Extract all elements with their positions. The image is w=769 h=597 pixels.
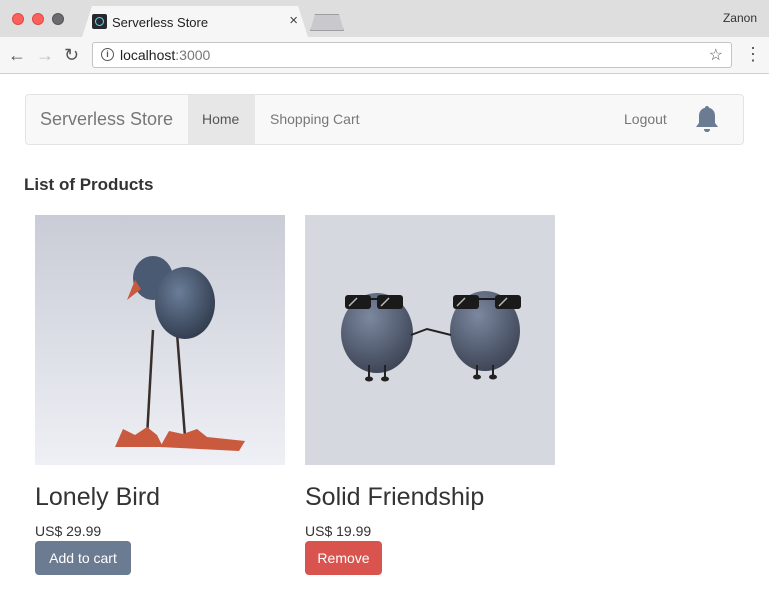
- product-name[interactable]: Lonely Bird: [35, 483, 160, 512]
- product-card: Solid Friendship US$ 19.99 Remove: [305, 215, 555, 575]
- browser-menu-icon[interactable]: ⋮: [744, 42, 762, 66]
- reload-icon[interactable]: ↻: [64, 43, 79, 67]
- browser-tab[interactable]: Serverless Store ×: [82, 6, 308, 37]
- products-section-title: List of Products: [24, 175, 154, 194]
- logout-link[interactable]: Logout: [624, 111, 667, 127]
- nav-item-home[interactable]: Home: [188, 95, 255, 144]
- product-price: US$ 19.99: [305, 523, 372, 539]
- react-favicon-icon: [92, 14, 107, 29]
- new-tab-button[interactable]: [310, 14, 344, 31]
- nav-item-label: Home: [202, 111, 240, 127]
- url-host: localhost: [120, 47, 176, 63]
- info-icon[interactable]: i: [101, 48, 114, 61]
- forward-arrow-icon[interactable]: →: [36, 43, 54, 67]
- window-maximize-button[interactable]: [52, 13, 64, 25]
- app-navbar: Serverless Store Home Shopping Cart Logo…: [25, 94, 744, 145]
- product-name[interactable]: Solid Friendship: [305, 483, 484, 512]
- url-text[interactable]: localhost:3000: [120, 47, 210, 63]
- remove-button[interactable]: Remove: [305, 541, 382, 575]
- nav-item-shopping-cart[interactable]: Shopping Cart: [270, 111, 360, 127]
- tab-title: Serverless Store: [112, 15, 209, 30]
- profile-name[interactable]: Zanon: [723, 11, 757, 25]
- add-to-cart-button[interactable]: Add to cart: [35, 541, 131, 575]
- bookmark-star-icon[interactable]: ☆: [709, 45, 723, 65]
- bell-icon[interactable]: [694, 104, 720, 134]
- brand-link[interactable]: Serverless Store: [40, 109, 173, 130]
- browser-toolbar: ← → ↻ i localhost:3000 ☆ ⋮: [0, 37, 769, 74]
- product-image-solid-friendship[interactable]: [305, 215, 555, 465]
- browser-titlebar: Serverless Store × Zanon: [0, 0, 769, 37]
- product-image-lonely-bird[interactable]: [35, 215, 285, 465]
- window-close-button[interactable]: [12, 13, 24, 25]
- tab-close-icon[interactable]: ×: [289, 12, 298, 29]
- url-port: :3000: [175, 47, 211, 63]
- back-arrow-icon[interactable]: ←: [8, 43, 26, 67]
- product-card: Lonely Bird US$ 29.99 Add to cart: [35, 215, 285, 575]
- product-price: US$ 29.99: [35, 523, 102, 539]
- address-bar[interactable]: i localhost:3000 ☆: [92, 42, 732, 68]
- window-minimize-button[interactable]: [32, 13, 44, 25]
